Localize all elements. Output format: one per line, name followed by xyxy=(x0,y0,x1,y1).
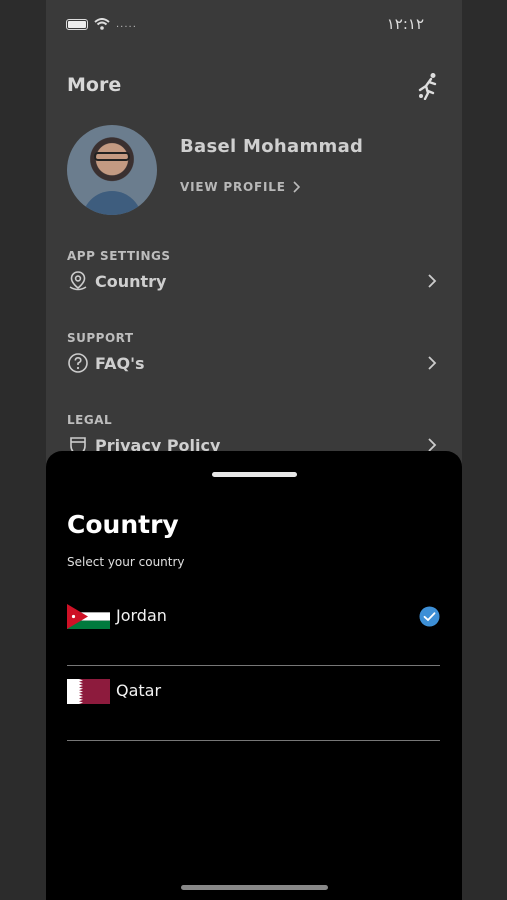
avatar-shirt xyxy=(82,191,142,215)
menu-item-label: FAQ's xyxy=(95,353,145,373)
section-label-support: SUPPORT xyxy=(67,331,134,345)
jordan-flag-icon xyxy=(67,604,110,629)
view-profile-label: VIEW PROFILE xyxy=(180,180,286,194)
chevron-right-icon xyxy=(293,181,300,193)
section-label-app-settings: APP SETTINGS xyxy=(67,249,171,263)
menu-item-country[interactable]: Country xyxy=(67,268,437,294)
chevron-right-icon xyxy=(428,274,437,288)
player-kick-icon[interactable] xyxy=(416,72,440,100)
view-profile-link[interactable]: VIEW PROFILE xyxy=(180,180,300,194)
menu-item-label: Country xyxy=(95,271,167,291)
question-icon xyxy=(68,353,88,373)
chevron-right-icon xyxy=(428,356,437,370)
status-bar: ..... ١٢:١٢ xyxy=(46,0,462,50)
country-bottom-sheet: Country Select your country Jordan Qatar xyxy=(46,451,462,900)
qatar-flag-icon xyxy=(67,679,110,704)
wifi-icon xyxy=(94,18,110,30)
avatar[interactable] xyxy=(67,125,157,215)
sheet-drag-handle[interactable] xyxy=(212,472,297,477)
page-title: More xyxy=(67,74,122,96)
country-option-qatar[interactable]: Qatar xyxy=(67,666,440,741)
carrier-dots: ..... xyxy=(116,18,137,30)
avatar-glasses xyxy=(94,152,130,161)
status-icons: ..... xyxy=(66,18,137,30)
country-name: Qatar xyxy=(116,681,162,700)
app-screen: ..... ١٢:١٢ More Basel Mohammad VIEW PRO… xyxy=(46,0,462,900)
location-pin-icon xyxy=(69,271,87,291)
checkmark-selected-icon xyxy=(419,606,440,627)
home-indicator xyxy=(181,885,328,890)
menu-item-faqs[interactable]: FAQ's xyxy=(67,350,437,376)
country-name: Jordan xyxy=(116,606,167,625)
section-label-legal: LEGAL xyxy=(67,413,113,427)
sheet-subtitle: Select your country xyxy=(67,555,185,569)
status-time: ١٢:١٢ xyxy=(386,15,424,33)
country-option-jordan[interactable]: Jordan xyxy=(67,591,440,666)
battery-icon xyxy=(66,18,88,30)
sheet-title: Country xyxy=(67,510,179,539)
user-name: Basel Mohammad xyxy=(180,136,364,157)
